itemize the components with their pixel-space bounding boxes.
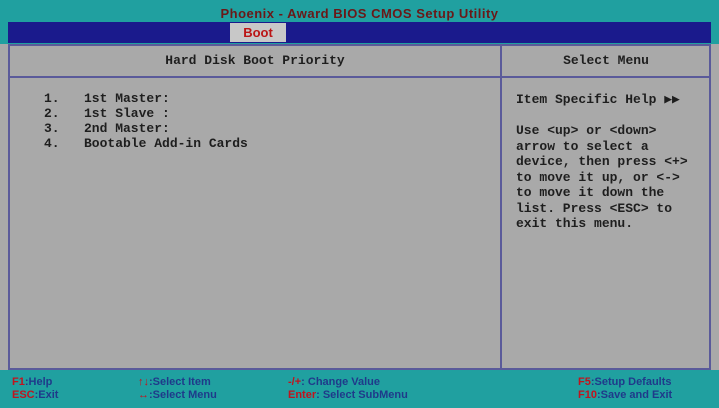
boot-device-item[interactable]: 2. 1st Slave : bbox=[44, 106, 248, 121]
right-header-divider bbox=[502, 76, 709, 78]
tab-boot[interactable]: Boot bbox=[230, 23, 286, 42]
item-number: 1. bbox=[44, 91, 60, 106]
enter-key: Enter bbox=[288, 389, 317, 401]
select-item-hint: ↑↓:Select Item bbox=[138, 376, 211, 389]
leftright-arrows-key: ↔ bbox=[138, 389, 149, 401]
boot-device-item[interactable]: 1. 1st Master: bbox=[44, 91, 248, 106]
help-line: to move it up, or <-> bbox=[516, 169, 680, 185]
key-help-bar: F1:Help ESC:Exit ↑↓:Select Item ↔:Select… bbox=[0, 370, 719, 408]
boot-priority-header: Hard Disk Boot Priority bbox=[165, 53, 345, 68]
submenu-hint: Enter: Select SubMenu bbox=[288, 389, 408, 402]
item-help-title: Item Specific Help ▶▶ bbox=[516, 92, 680, 107]
updown-arrows-key: ↑↓ bbox=[138, 376, 149, 388]
help-line: to move it down the bbox=[516, 185, 665, 200]
save-exit-hint: F10:Save and Exit bbox=[578, 389, 672, 402]
f10-key: F10 bbox=[578, 389, 597, 401]
app-title: Phoenix - Award BIOS CMOS Setup Utility bbox=[220, 6, 499, 21]
help-line: list. Press <ESC> to bbox=[516, 200, 673, 216]
select-menu-label: :Select Menu bbox=[149, 389, 217, 401]
item-label: 2nd Master: bbox=[84, 121, 170, 136]
item-label: 1st Slave : bbox=[84, 106, 170, 121]
item-help-text: Use <up> or <down> arrow to select a dev… bbox=[516, 123, 706, 232]
change-value-label: : Change Value bbox=[301, 376, 381, 388]
select-menu-header: Select Menu bbox=[563, 53, 649, 68]
help-line: Use <up> or <down> bbox=[516, 123, 657, 138]
menu-bar bbox=[8, 22, 711, 43]
save-exit-label: :Save and Exit bbox=[596, 389, 673, 401]
boot-device-item[interactable]: 3. 2nd Master: bbox=[44, 121, 248, 136]
item-label: Bootable Add-in Cards bbox=[84, 136, 248, 151]
exit-key-hint: ESC:Exit bbox=[12, 389, 58, 402]
help-line: arrow to select a bbox=[516, 138, 649, 154]
f1-key: F1 bbox=[12, 376, 25, 388]
submenu-label: : Select SubMenu bbox=[316, 389, 408, 401]
panel-divider bbox=[500, 44, 502, 370]
help-line: exit this menu. bbox=[516, 216, 634, 231]
help-label: :Help bbox=[24, 376, 53, 388]
exit-label: :Exit bbox=[34, 389, 59, 401]
help-line: device, then press <+> bbox=[516, 154, 688, 169]
help-key-hint: F1:Help bbox=[12, 376, 52, 389]
item-number: 4. bbox=[44, 136, 60, 151]
setup-defaults-hint: F5:Setup Defaults bbox=[578, 376, 672, 389]
item-label: 1st Master: bbox=[84, 91, 170, 106]
esc-key: ESC bbox=[12, 389, 35, 401]
item-number: 2. bbox=[44, 106, 60, 121]
boot-device-item[interactable]: 4. Bootable Add-in Cards bbox=[44, 136, 248, 151]
f5-key: F5 bbox=[578, 376, 591, 388]
change-value-hint: -/+: Change Value bbox=[288, 376, 380, 389]
left-header-divider bbox=[10, 76, 500, 78]
select-menu-hint: ↔:Select Menu bbox=[138, 389, 217, 402]
boot-priority-list: 1. 1st Master: 2. 1st Slave : 3. 2nd Master… bbox=[44, 91, 248, 151]
setup-defaults-label: :Setup Defaults bbox=[590, 376, 672, 388]
plusminus-key: -/+ bbox=[288, 376, 302, 388]
item-number: 3. bbox=[44, 121, 60, 136]
select-item-label: :Select Item bbox=[149, 376, 211, 388]
